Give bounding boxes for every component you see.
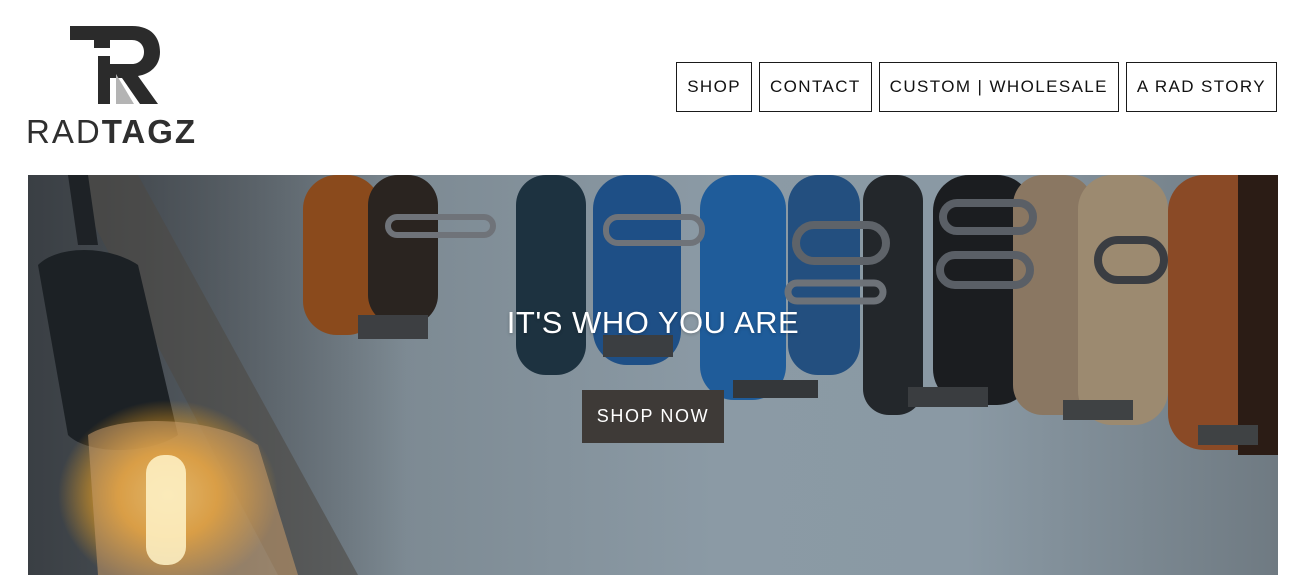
shop-now-button[interactable]: SHOP NOW bbox=[582, 390, 724, 443]
main-nav: SHOP CONTACT CUSTOM | WHOLESALE A RAD ST… bbox=[676, 62, 1277, 112]
logo-wordmark-bold: TAGZ bbox=[101, 113, 198, 150]
nav-a-rad-story[interactable]: A RAD STORY bbox=[1125, 62, 1277, 112]
nav-contact[interactable]: CONTACT bbox=[758, 62, 872, 112]
logo-wordmark-thin: RAD bbox=[26, 113, 102, 150]
logo-wordmark: RADTAGZ bbox=[26, 114, 197, 150]
site-header: RADTAGZ SHOP CONTACT CUSTOM | WHOLESALE … bbox=[0, 0, 1308, 175]
nav-shop[interactable]: SHOP bbox=[676, 62, 752, 112]
hero-title: IT'S WHO YOU ARE bbox=[506, 305, 800, 340]
hero-banner: IT'S WHO YOU ARE SHOP NOW bbox=[28, 175, 1278, 575]
hero-background-image bbox=[28, 175, 1278, 575]
logo-mark-icon bbox=[70, 26, 160, 104]
radtagz-logo[interactable]: RADTAGZ bbox=[26, 26, 208, 150]
nav-custom-wholesale[interactable]: CUSTOM | WHOLESALE bbox=[878, 62, 1119, 112]
